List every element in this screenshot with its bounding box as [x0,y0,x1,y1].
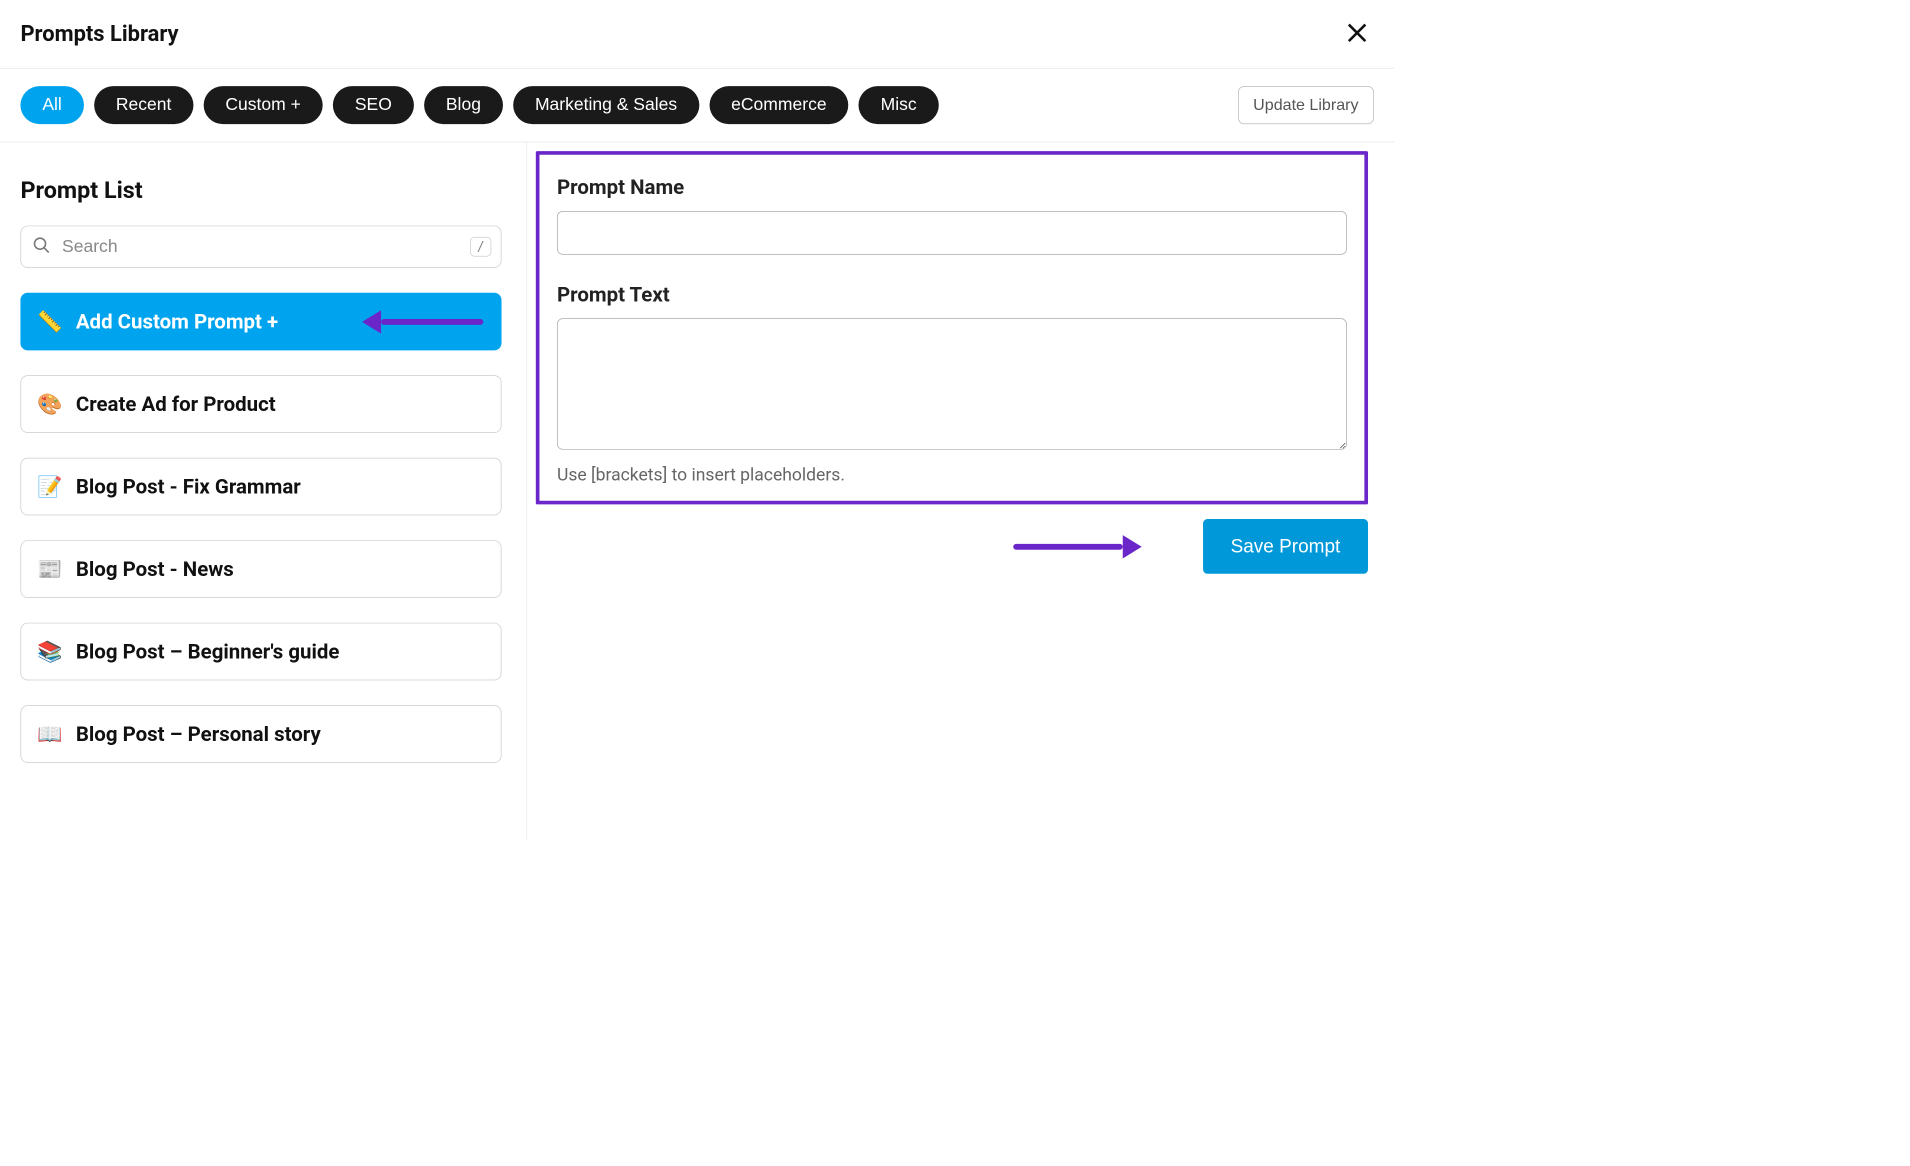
prompt-item-label: Blog Post – Personal story [76,722,321,746]
palette-icon: 🎨 [37,394,62,414]
update-library-button[interactable]: Update Library [1238,86,1374,124]
filter-pill-recent[interactable]: Recent [94,86,193,124]
prompt-item-add-custom[interactable]: 📏 Add Custom Prompt + [20,293,501,351]
newspaper-icon: 📰 [37,559,62,579]
prompt-item-label: Create Ad for Product [76,392,276,416]
prompt-text-textarea[interactable] [557,318,1347,449]
placeholder-hint: Use [brackets] to insert placeholders. [557,464,1347,484]
prompt-list-title: Prompt List [20,176,501,204]
prompt-item-beginners-guide[interactable]: 📚 Blog Post – Beginner's guide [20,623,501,681]
books-icon: 📚 [37,641,62,661]
ruler-icon: 📏 [37,311,62,331]
prompt-item-label: Blog Post - News [76,557,234,581]
prompt-item-news[interactable]: 📰 Blog Post - News [20,540,501,598]
kbd-shortcut-hint: / [470,237,491,257]
filter-pill-misc[interactable]: Misc [859,86,939,124]
prompt-form-highlight: Prompt Name Prompt Text Use [brackets] t… [536,151,1368,504]
filter-pill-ecommerce[interactable]: eCommerce [709,86,848,124]
prompt-name-label: Prompt Name [557,175,1347,199]
prompt-item-fix-grammar[interactable]: 📝 Blog Post - Fix Grammar [20,458,501,516]
prompt-text-label: Prompt Text [557,283,1347,307]
close-icon [1345,20,1370,47]
filter-bar: All Recent Custom + SEO Blog Marketing &… [0,69,1394,143]
save-prompt-button[interactable]: Save Prompt [1203,519,1368,574]
filter-pill-all[interactable]: All [20,86,83,124]
memo-icon: 📝 [37,476,62,496]
dialog-header: Prompts Library [0,0,1394,69]
prompt-form-pane: Prompt Name Prompt Text Use [brackets] t… [527,142,1394,840]
prompt-item-label: Add Custom Prompt + [76,310,278,334]
prompt-item-personal-story[interactable]: 📖 Blog Post – Personal story [20,705,501,763]
annotation-arrow [1013,535,1141,558]
prompt-list-pane: Prompt List / 📏 Add Custom Prompt + 🎨 Cr… [0,142,527,840]
close-button[interactable] [1340,16,1374,52]
prompt-item-label: Blog Post - Fix Grammar [76,475,301,499]
prompt-item-create-ad[interactable]: 🎨 Create Ad for Product [20,375,501,433]
search-input[interactable] [20,226,501,268]
filter-pill-seo[interactable]: SEO [333,86,414,124]
main-area: Prompt List / 📏 Add Custom Prompt + 🎨 Cr… [0,142,1394,840]
filter-pill-custom[interactable]: Custom + [203,86,322,124]
filter-pills: All Recent Custom + SEO Blog Marketing &… [20,86,938,124]
page-title: Prompts Library [20,21,178,47]
annotation-arrow [362,310,483,333]
filter-pill-marketing[interactable]: Marketing & Sales [513,86,699,124]
save-row: Save Prompt [536,519,1368,574]
open-book-icon: 📖 [37,724,62,744]
search-icon [32,236,51,258]
prompt-name-input[interactable] [557,211,1347,255]
filter-pill-blog[interactable]: Blog [424,86,503,124]
prompt-item-label: Blog Post – Beginner's guide [76,639,340,663]
search-wrap: / [20,226,501,268]
